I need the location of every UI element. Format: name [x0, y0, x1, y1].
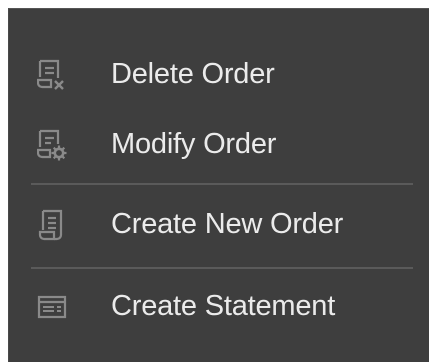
- menu-item-modify-order[interactable]: Modify Order: [9, 115, 429, 175]
- context-menu: Delete Order Modify Order Create New Ord…: [8, 8, 429, 362]
- statement-icon: [37, 290, 67, 324]
- new-order-icon: [37, 208, 67, 242]
- menu-item-label: Create Statement: [111, 289, 336, 322]
- menu-item-label: Modify Order: [111, 127, 277, 160]
- menu-item-create-statement[interactable]: Create Statement: [9, 277, 429, 337]
- menu-item-label: Delete Order: [111, 57, 275, 90]
- menu-item-delete-order[interactable]: Delete Order: [9, 45, 429, 105]
- menu-divider: [31, 267, 413, 269]
- menu-divider: [31, 183, 413, 185]
- menu-item-label: Create New Order: [111, 207, 344, 240]
- modify-order-icon: [37, 128, 67, 162]
- delete-order-icon: [37, 58, 67, 92]
- menu-item-create-new-order[interactable]: Create New Order: [9, 195, 429, 255]
